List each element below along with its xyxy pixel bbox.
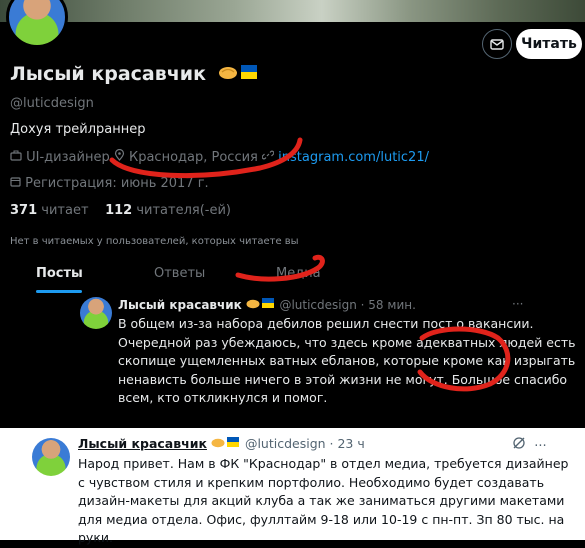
- tweet-author-handle[interactable]: @luticdesign: [279, 298, 356, 312]
- grok-icon[interactable]: [512, 437, 530, 454]
- tweet-text: Народ привет. Нам в ФК "Краснодар" в отд…: [78, 456, 569, 545]
- briefcase-icon: [10, 150, 26, 165]
- followers-count: 112: [105, 203, 133, 218]
- profile-bio: Дохуя трейлраннер: [10, 122, 146, 137]
- profile-name: Лысый красавчик: [10, 63, 259, 86]
- following-link[interactable]: 371 читает: [10, 203, 89, 218]
- read-button[interactable]: Читать: [516, 29, 582, 59]
- profile-registration: Регистрация: июнь 2017 г.: [25, 176, 209, 191]
- profile-avatar[interactable]: [6, 0, 68, 48]
- link-icon: [261, 150, 278, 165]
- tweet-light-panel: Лысый красавчик @luticdesign · 23 ч ··· …: [0, 428, 585, 545]
- following-count: 371: [10, 203, 38, 218]
- followers-label: читателя(-ей): [136, 203, 231, 218]
- calendar-icon: [10, 176, 25, 191]
- more-options-icon[interactable]: ···: [534, 439, 546, 454]
- profile-location: Краснодар, Россия: [128, 150, 258, 165]
- tweet-time[interactable]: · 58 мин.: [361, 298, 416, 312]
- following-label: читает: [41, 203, 89, 218]
- tab-media[interactable]: Медиа: [276, 266, 321, 281]
- tweet-time[interactable]: · 23 ч: [330, 436, 365, 451]
- profile-name-text: Лысый красавчик: [10, 63, 207, 85]
- follow-counts: 371 читает 112 читателя(-ей): [10, 203, 231, 218]
- tab-posts[interactable]: Посты: [36, 266, 83, 281]
- followers-link[interactable]: 112 читателя(-ей): [105, 203, 231, 218]
- handshake-flag-emoji-icon: [211, 436, 245, 451]
- tweet-text: В общем из-за набора дебилов решил снест…: [118, 316, 576, 405]
- tweet-header: Лысый красавчик @luticdesign · 58 мин.: [118, 297, 416, 312]
- profile-registration-row: Регистрация: июнь 2017 г.: [10, 176, 209, 191]
- profile-link[interactable]: instagram.com/lutic21/: [278, 150, 429, 165]
- active-tab-indicator: [36, 290, 82, 293]
- more-options-icon[interactable]: ···: [512, 297, 523, 311]
- tweet-author-name[interactable]: Лысый красавчик: [118, 298, 242, 312]
- profile-banner: [0, 0, 585, 22]
- tweet-avatar[interactable]: [80, 297, 112, 329]
- profile-meta-row: UI-дизайнер Краснодар, Россия instagram.…: [10, 148, 429, 165]
- envelope-icon: [490, 39, 504, 50]
- tweet-author-name[interactable]: Лысый красавчик: [78, 436, 207, 451]
- message-button[interactable]: [482, 29, 512, 59]
- tweet-header: Лысый красавчик @luticdesign · 23 ч: [78, 436, 365, 451]
- handshake-flag-emoji-icon: [218, 63, 259, 86]
- tweet-avatar[interactable]: [32, 438, 70, 476]
- tweet-actions: ···: [512, 436, 547, 454]
- profile-job: UI-дизайнер: [26, 150, 110, 165]
- handshake-flag-emoji-icon: [246, 298, 280, 312]
- location-icon: [114, 148, 129, 165]
- profile-handle: @luticdesign: [10, 96, 94, 111]
- tweet-author-handle[interactable]: @luticdesign: [245, 436, 326, 451]
- followers-you-follow-note: Нет в читаемых у пользователей, которых …: [10, 236, 299, 247]
- tab-replies[interactable]: Ответы: [154, 266, 205, 281]
- profile-tabs: Посты Ответы Медиа: [0, 266, 585, 294]
